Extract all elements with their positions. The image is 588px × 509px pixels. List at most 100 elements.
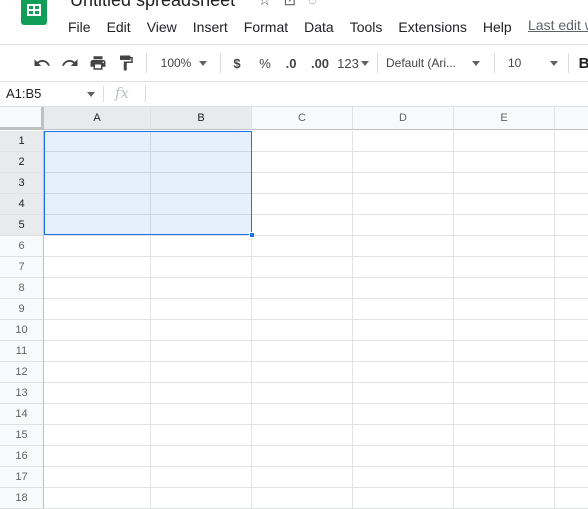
grid-cell[interactable] — [454, 467, 555, 488]
grid-cell[interactable] — [44, 341, 151, 362]
last-edit-link[interactable]: Last edit w — [528, 17, 588, 33]
redo-icon[interactable] — [58, 45, 82, 81]
font-select[interactable]: Default (Ari... — [386, 45, 486, 81]
grid-cell[interactable] — [353, 278, 454, 299]
row-header[interactable]: 14 — [0, 404, 44, 425]
grid-cell[interactable] — [44, 446, 151, 467]
grid-cell[interactable] — [353, 341, 454, 362]
menu-view[interactable]: View — [139, 17, 185, 37]
grid-cell[interactable] — [555, 131, 588, 152]
grid-cell[interactable] — [454, 236, 555, 257]
row-header[interactable]: 12 — [0, 362, 44, 383]
grid-cell[interactable] — [555, 446, 588, 467]
grid-cell[interactable] — [44, 488, 151, 509]
grid-cell[interactable] — [454, 320, 555, 341]
grid-cell[interactable] — [252, 194, 353, 215]
grid-cell[interactable] — [252, 299, 353, 320]
grid-cell[interactable] — [151, 488, 252, 509]
grid-cell[interactable] — [44, 362, 151, 383]
grid-cell[interactable] — [454, 404, 555, 425]
grid-cell[interactable] — [44, 404, 151, 425]
menu-file[interactable]: File — [60, 17, 99, 37]
grid-cell[interactable] — [454, 299, 555, 320]
grid-cell[interactable] — [151, 404, 252, 425]
row-header[interactable]: 5 — [0, 215, 44, 236]
grid-cell[interactable] — [454, 278, 555, 299]
row-header[interactable]: 11 — [0, 341, 44, 362]
grid-cell[interactable] — [353, 236, 454, 257]
bold-button[interactable]: B — [576, 45, 588, 81]
grid-cell[interactable] — [555, 425, 588, 446]
row-header[interactable]: 6 — [0, 236, 44, 257]
grid-cell[interactable] — [555, 467, 588, 488]
row-header[interactable]: 10 — [0, 320, 44, 341]
grid-cell[interactable] — [44, 299, 151, 320]
column-header-a[interactable]: A — [44, 107, 151, 130]
grid-cell[interactable] — [454, 257, 555, 278]
grid-cell[interactable] — [44, 383, 151, 404]
zoom-select[interactable]: 100% — [154, 45, 214, 81]
grid-cell[interactable] — [44, 467, 151, 488]
grid-cell[interactable] — [151, 341, 252, 362]
grid-cell[interactable] — [44, 257, 151, 278]
grid-cell[interactable] — [151, 425, 252, 446]
menu-extensions[interactable]: Extensions — [390, 17, 474, 37]
grid-cell[interactable] — [151, 236, 252, 257]
selection-range[interactable] — [44, 131, 252, 235]
currency-format-button[interactable]: $ — [227, 45, 247, 81]
grid-cell[interactable] — [44, 278, 151, 299]
grid-cell[interactable] — [252, 131, 353, 152]
sheet-grid[interactable]: A B C D E 1 2 3 4 5 6 7 8 9 10 11 12 13 14 15 16 17 18 — [0, 107, 588, 509]
grid-cell[interactable] — [555, 404, 588, 425]
grid-cell[interactable] — [555, 257, 588, 278]
menu-insert[interactable]: Insert — [185, 17, 236, 37]
grid-cell[interactable] — [44, 320, 151, 341]
grid-cell[interactable] — [252, 278, 353, 299]
select-all-corner[interactable] — [0, 107, 44, 130]
menu-format[interactable]: Format — [236, 17, 296, 37]
grid-cell[interactable] — [151, 383, 252, 404]
grid-cell[interactable] — [454, 152, 555, 173]
grid-cell[interactable] — [252, 257, 353, 278]
paint-format-icon[interactable] — [114, 45, 138, 81]
sheets-logo-icon[interactable] — [21, 0, 47, 25]
grid-cell[interactable] — [252, 404, 353, 425]
grid-cell[interactable] — [555, 152, 588, 173]
grid-cell[interactable] — [353, 194, 454, 215]
grid-cell[interactable] — [353, 404, 454, 425]
grid-cell[interactable] — [151, 362, 252, 383]
increase-decimal-button[interactable]: .00 — [306, 45, 334, 81]
grid-cell[interactable] — [454, 383, 555, 404]
grid-cell[interactable] — [454, 215, 555, 236]
formula-input[interactable] — [152, 82, 588, 106]
grid-cell[interactable] — [353, 362, 454, 383]
grid-cell[interactable] — [151, 446, 252, 467]
column-header-c[interactable]: C — [252, 107, 353, 130]
more-formats-button[interactable]: 123 — [336, 45, 370, 81]
grid-cell[interactable] — [555, 194, 588, 215]
grid-cell[interactable] — [555, 236, 588, 257]
column-header-d[interactable]: D — [353, 107, 454, 130]
grid-cell[interactable] — [252, 173, 353, 194]
grid-cell[interactable] — [555, 362, 588, 383]
grid-cell[interactable] — [252, 467, 353, 488]
grid-cell[interactable] — [252, 341, 353, 362]
grid-cell[interactable] — [252, 236, 353, 257]
grid-cell[interactable] — [252, 215, 353, 236]
grid-cell[interactable] — [454, 131, 555, 152]
grid-cell[interactable] — [555, 173, 588, 194]
document-title[interactable]: Untitled spreadsheet — [70, 0, 235, 11]
menu-tools[interactable]: Tools — [342, 17, 391, 37]
column-header-e[interactable]: E — [454, 107, 555, 130]
grid-cell[interactable] — [353, 467, 454, 488]
row-header[interactable]: 13 — [0, 383, 44, 404]
grid-cell[interactable] — [151, 320, 252, 341]
grid-cell[interactable] — [252, 446, 353, 467]
row-header[interactable]: 8 — [0, 278, 44, 299]
grid-cell[interactable] — [353, 446, 454, 467]
grid-cell[interactable] — [353, 257, 454, 278]
menu-data[interactable]: Data — [296, 17, 342, 37]
grid-cell[interactable] — [454, 341, 555, 362]
grid-cell[interactable] — [353, 131, 454, 152]
grid-cell[interactable] — [252, 320, 353, 341]
